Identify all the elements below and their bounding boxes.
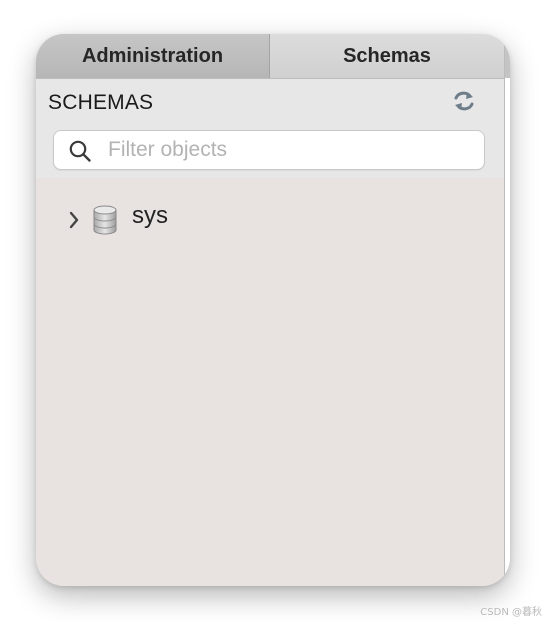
adjacent-pane-edge <box>504 34 510 586</box>
navigator-panel: Administration Schemas SCHEMAS Filter ob… <box>36 34 510 586</box>
chevron-right-icon[interactable] <box>66 211 82 229</box>
filter-objects-input[interactable] <box>108 131 468 169</box>
section-title: SCHEMAS <box>48 91 154 114</box>
adjacent-pane-tab-edge <box>505 34 510 78</box>
schemas-header: SCHEMAS <box>36 78 504 178</box>
schema-row-sys[interactable]: sys <box>66 200 168 240</box>
schema-label: sys <box>132 202 168 229</box>
tab-schemas[interactable]: Schemas <box>270 34 504 78</box>
database-icon <box>93 205 117 235</box>
tab-bar: Administration Schemas <box>36 34 504 78</box>
filter-box <box>53 130 485 170</box>
watermark: CSDN @暮秋 <box>480 607 542 618</box>
schema-tree: sys <box>36 178 504 586</box>
search-icon <box>69 140 91 162</box>
tab-administration-label: Administration <box>81 44 224 67</box>
tab-administration[interactable]: Administration <box>36 34 270 78</box>
tab-schemas-label: Schemas <box>343 44 431 67</box>
refresh-icon[interactable] <box>450 87 478 115</box>
